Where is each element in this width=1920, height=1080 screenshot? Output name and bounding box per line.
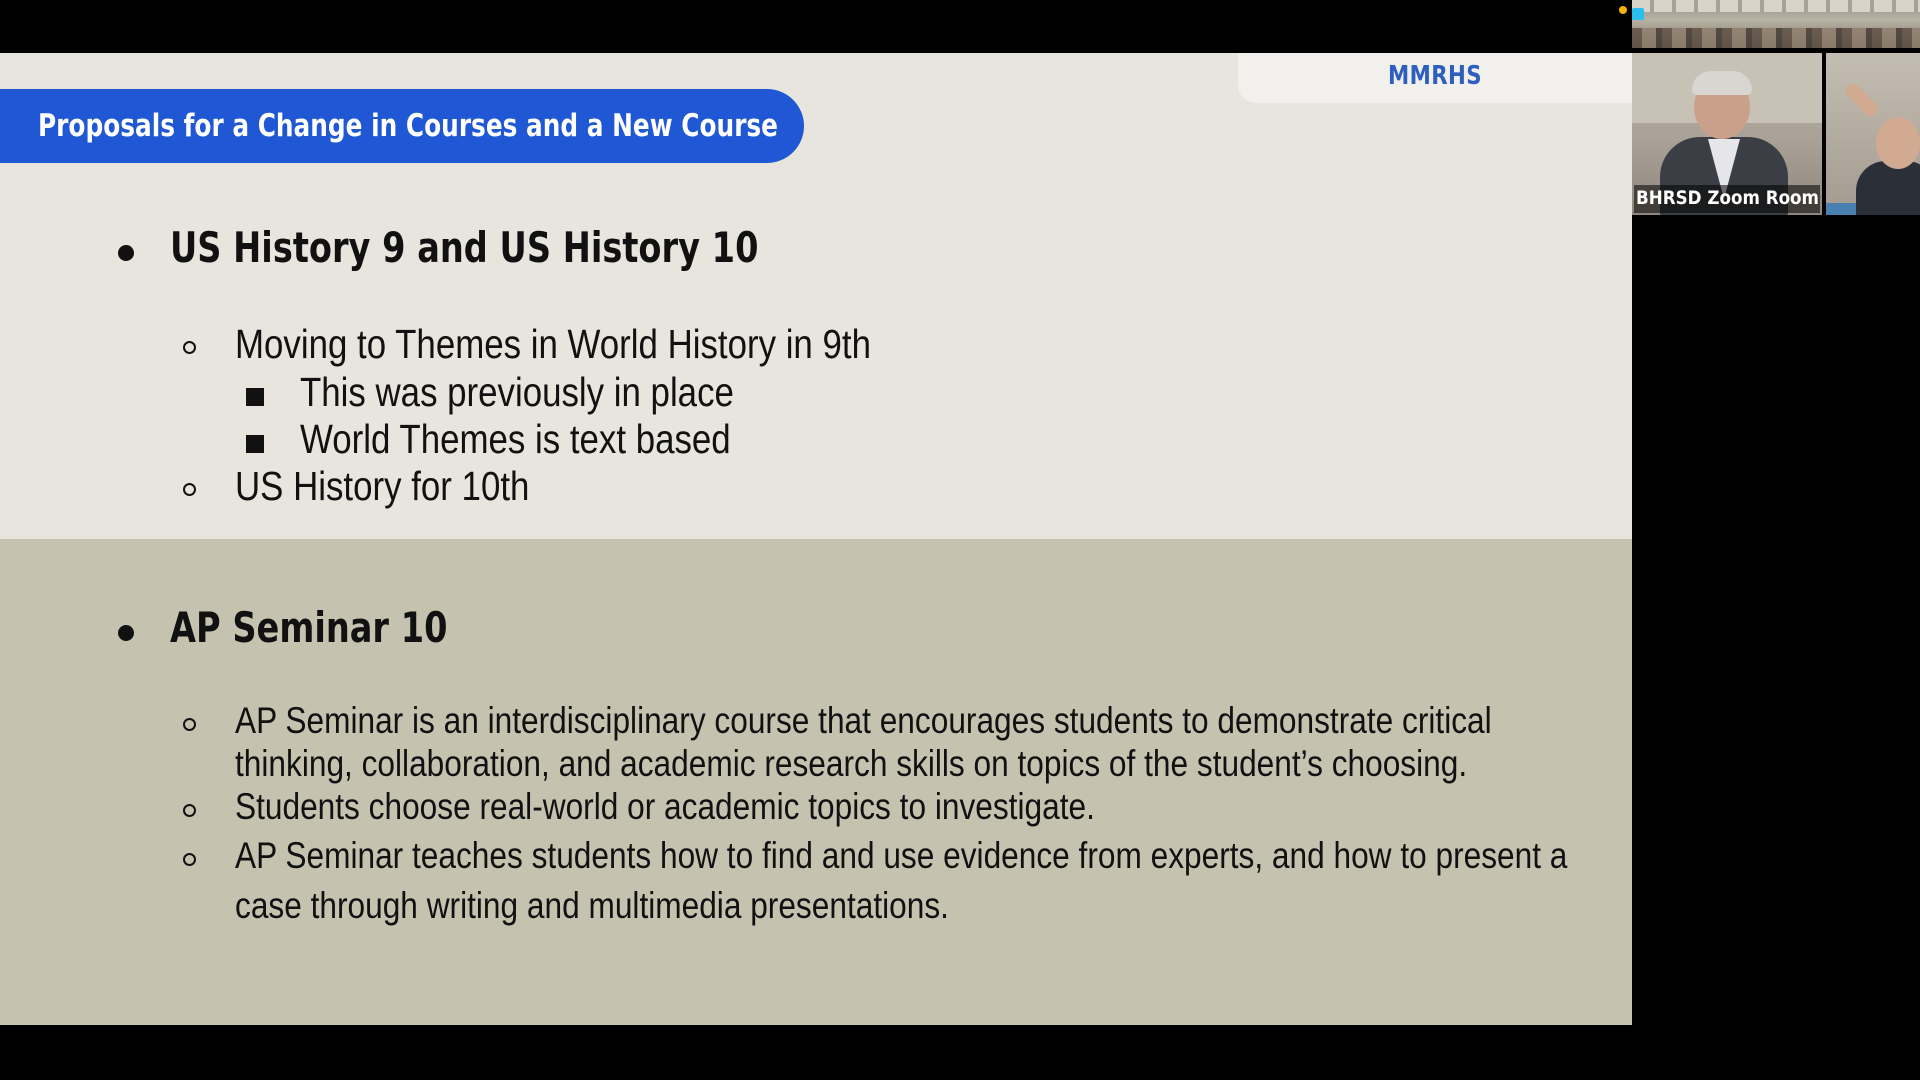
school-logo: MMRHS xyxy=(1387,61,1483,91)
list-item-line: thinking, collaboration, and academic re… xyxy=(235,743,1468,784)
slide-title-bar: Proposals for a Change in Courses and a … xyxy=(0,89,804,163)
section-heading-ap-seminar: AP Seminar 10 xyxy=(170,603,448,652)
section-heading-us-history: US History 9 and US History 10 xyxy=(170,223,759,272)
list-item: US History for 10th xyxy=(235,463,530,509)
participant-name: BHRSD Zoom Room xyxy=(1636,187,1819,209)
list-item-line: AP Seminar is an interdisciplinary cours… xyxy=(235,700,1492,741)
bullet-circle-icon xyxy=(183,341,196,354)
participant-video-tile[interactable] xyxy=(1826,53,1920,215)
recording-indicator-icon xyxy=(1619,6,1627,14)
bullet-circle-icon xyxy=(183,804,196,817)
bullet-circle-icon xyxy=(183,853,196,866)
participant-name-label: BHRSD Zoom Room xyxy=(1634,185,1820,213)
list-item: Moving to Themes in World History in 9th xyxy=(235,321,871,367)
speaker-indicator-icon xyxy=(1632,8,1644,20)
list-item-line: case through writing and multimedia pres… xyxy=(235,885,949,926)
bullet-square-icon xyxy=(246,435,264,453)
list-item-line: AP Seminar teaches students how to find … xyxy=(235,835,1568,876)
list-subitem: This was previously in place xyxy=(300,369,734,415)
presentation-slide: MMRHS Proposals for a Change in Courses … xyxy=(0,53,1632,1025)
slide-title: Proposals for a Change in Courses and a … xyxy=(38,108,779,144)
list-item-line: Students choose real-world or academic t… xyxy=(235,786,1095,827)
bullet-disc-icon xyxy=(118,245,134,261)
list-subitem: World Themes is text based xyxy=(300,416,731,462)
bullet-disc-icon xyxy=(118,625,134,641)
bullet-square-icon xyxy=(246,388,264,406)
participant-thumbnail-room[interactable] xyxy=(1632,0,1920,48)
bullet-circle-icon xyxy=(183,718,196,731)
bullet-circle-icon xyxy=(183,483,196,496)
